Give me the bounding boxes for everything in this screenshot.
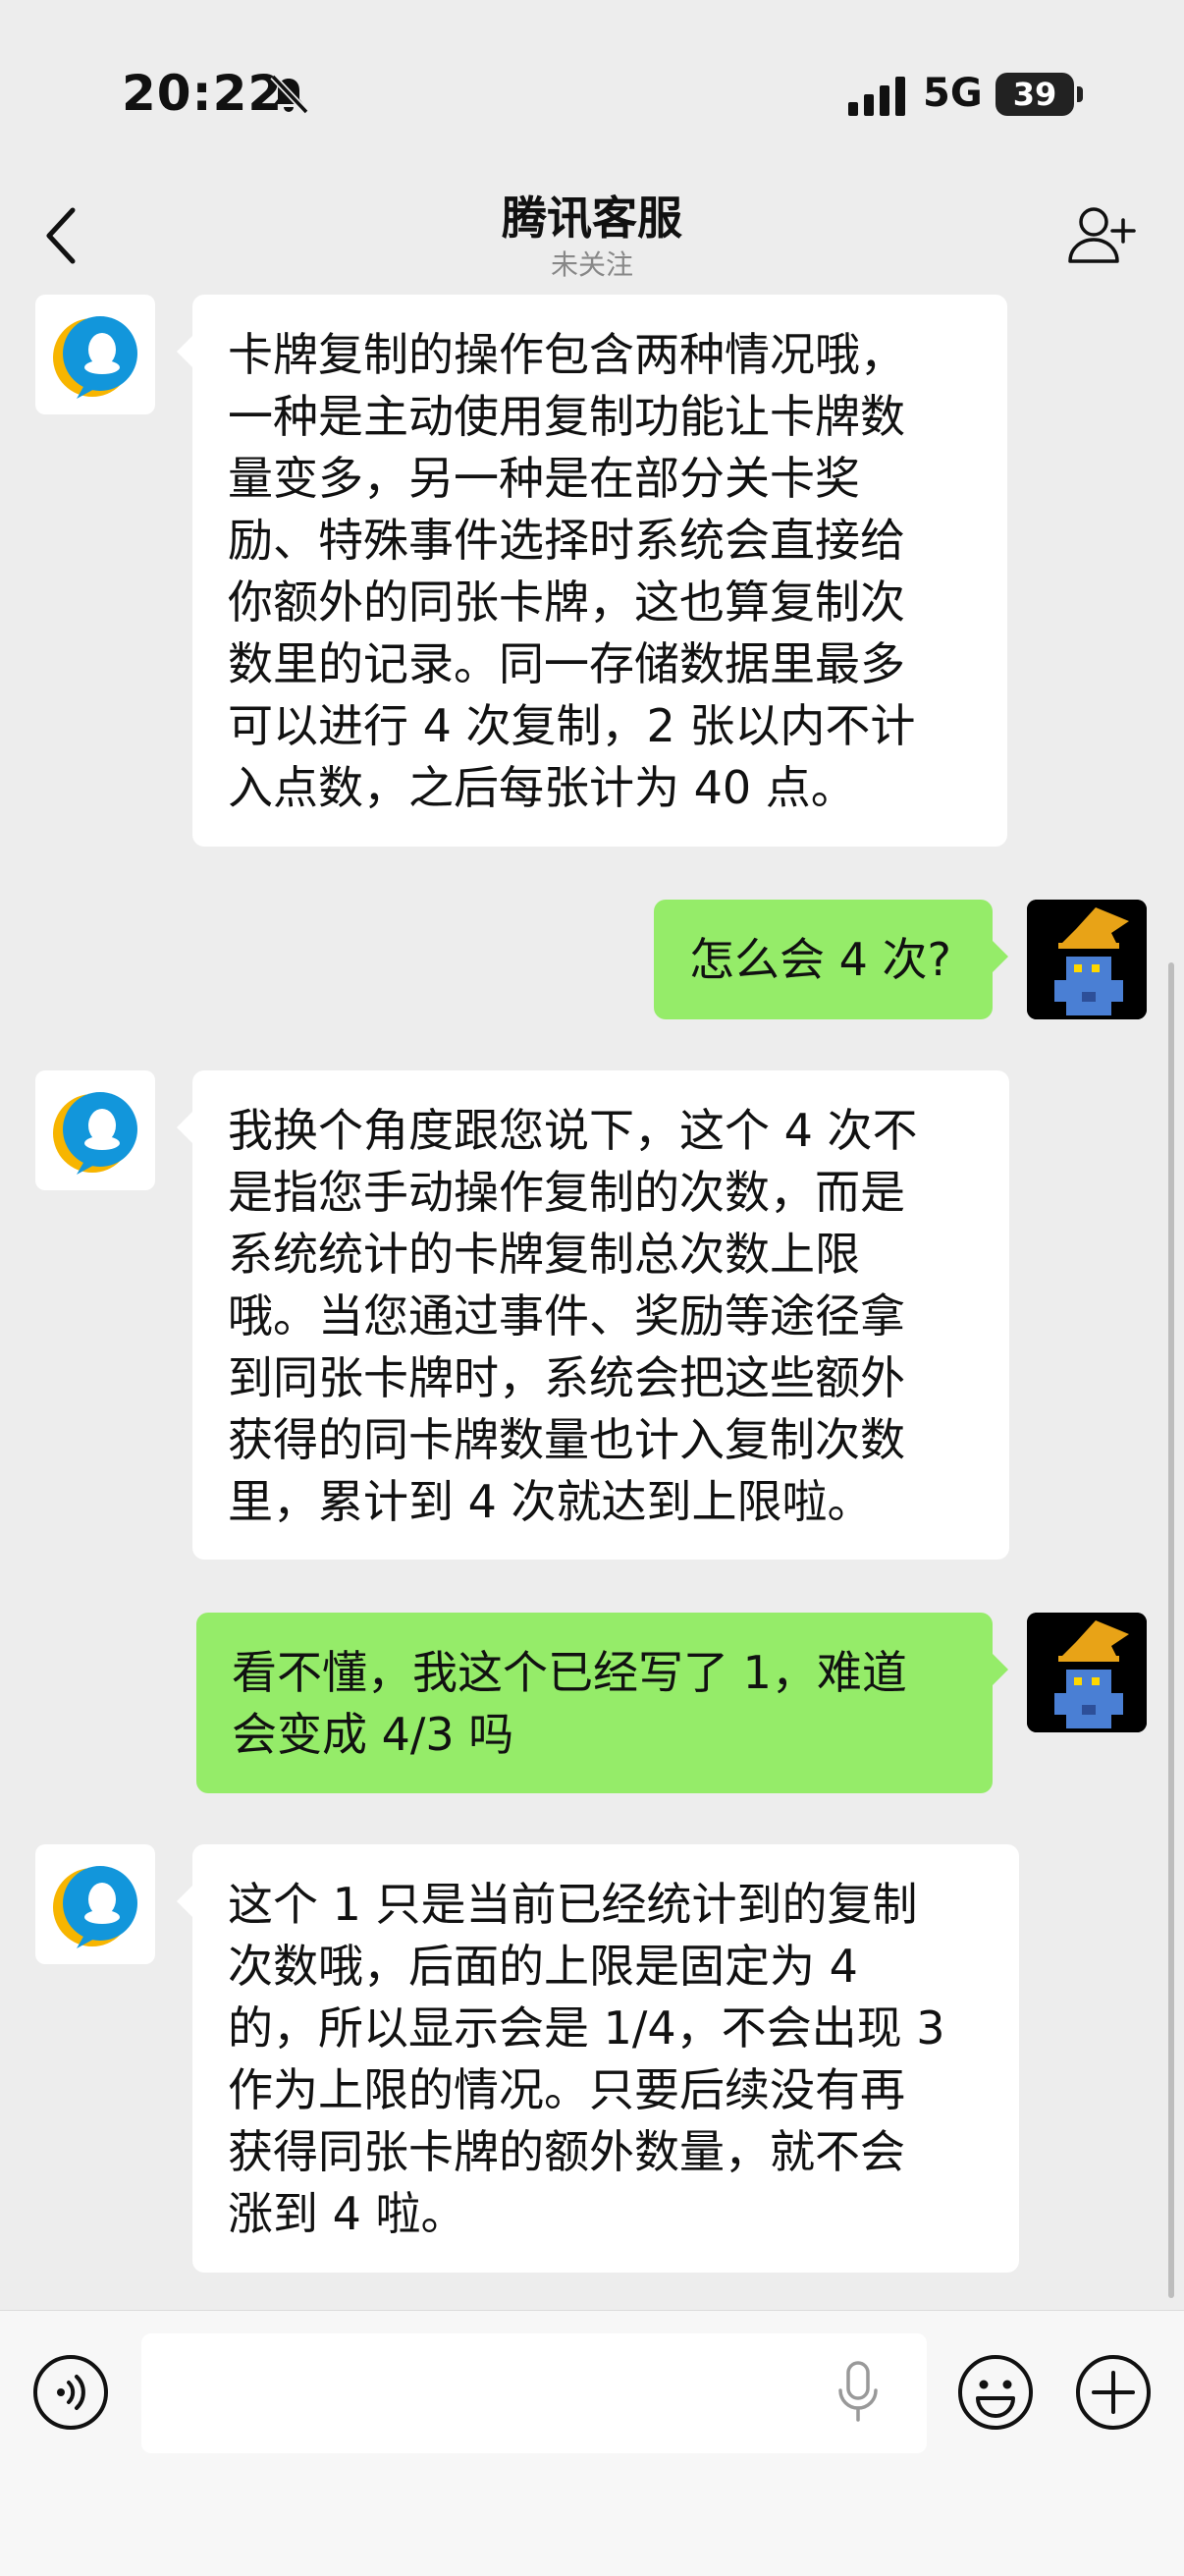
plus-icon[interactable] bbox=[1074, 2353, 1153, 2432]
message-input[interactable] bbox=[141, 2333, 927, 2453]
message-bubble: 看不懂，我这个已经写了 1，难道 会变成 4/3 吗 bbox=[196, 1613, 1008, 1793]
message-bubble: 这个 1 只是当前已经统计到的复制 次数哦，后面的上限是固定为 4 的，所以显示… bbox=[177, 1844, 1019, 2273]
follow-status: 未关注 bbox=[550, 248, 633, 281]
scrollbar[interactable] bbox=[1168, 962, 1174, 2298]
battery-tip bbox=[1077, 86, 1083, 102]
add-user-icon[interactable] bbox=[1066, 202, 1137, 265]
battery-indicator: 39 bbox=[996, 73, 1074, 116]
qq-service-icon bbox=[53, 1092, 137, 1175]
network-type: 5G bbox=[923, 71, 983, 116]
mic-icon[interactable] bbox=[836, 2361, 880, 2424]
pixel-mage-icon bbox=[1027, 1613, 1147, 1732]
status-time: 20:22 bbox=[122, 65, 284, 122]
emoji-icon[interactable] bbox=[956, 2353, 1035, 2432]
message-bubble: 卡牌复制的操作包含两种情况哦， 一种是主动使用复制功能让卡牌数 量变多，另一种是… bbox=[177, 295, 1007, 847]
page-title: 腾讯客服 bbox=[502, 192, 682, 245]
voice-icon[interactable] bbox=[31, 2353, 110, 2432]
user-avatar[interactable] bbox=[1027, 1613, 1147, 1732]
message-bubble: 怎么会 4 次? bbox=[654, 900, 1008, 1019]
status-bar: 20:22 5G 39 bbox=[0, 0, 1184, 187]
qq-service-icon bbox=[53, 316, 137, 399]
user-avatar[interactable] bbox=[1027, 900, 1147, 1019]
signal-icon bbox=[848, 77, 905, 116]
message-bubble: 我换个角度跟您说下，这个 4 次不 是指您手动操作复制的次数，而是 系统统计的卡… bbox=[177, 1070, 1009, 1560]
bell-muted-icon bbox=[270, 74, 309, 115]
qq-service-icon bbox=[53, 1866, 137, 1948]
pixel-mage-icon bbox=[1027, 900, 1147, 1019]
bot-avatar[interactable] bbox=[35, 1070, 155, 1190]
bot-avatar[interactable] bbox=[35, 295, 155, 414]
bot-avatar[interactable] bbox=[35, 1844, 155, 1964]
